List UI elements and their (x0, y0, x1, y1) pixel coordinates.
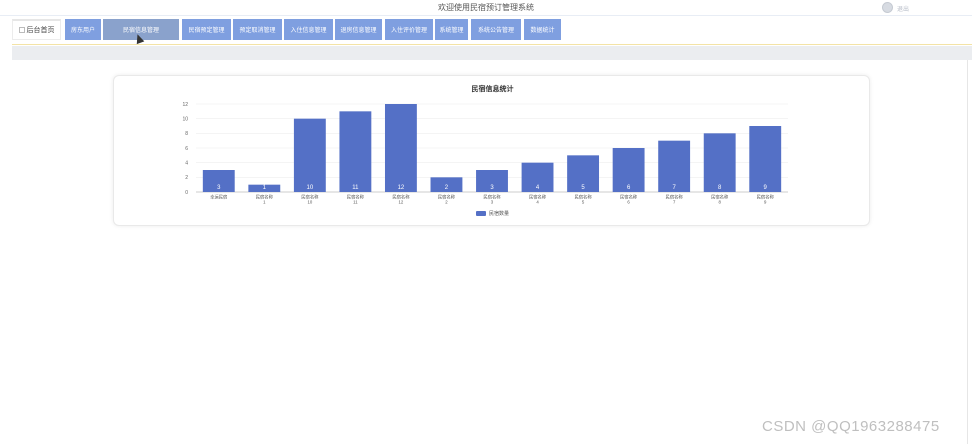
nav-home-tab[interactable]: 后台首页 (12, 19, 61, 40)
scrollbar[interactable] (967, 60, 968, 444)
nav-item-checkout[interactable]: 退房信息管理 (335, 19, 382, 40)
avatar[interactable] (882, 2, 893, 13)
chart-legend[interactable]: 民宿数量 (476, 210, 509, 217)
system-title: 欢迎使用民宿预订管理系统 (438, 3, 534, 12)
legend-label: 民宿数量 (489, 211, 510, 217)
nav-item-checkin[interactable]: 入住信息管理 (284, 19, 333, 40)
nav-item-announcement[interactable]: 系统公告管理 (471, 19, 521, 40)
chart-title: 民宿信息统计 (471, 86, 514, 93)
nav-item-review[interactable]: 入住评价管理 (385, 19, 433, 40)
nav-bar: 后台首页 房东用户 民宿信息管理 民宿预定管理 预定取消管理 入住信息管理 退房… (12, 16, 972, 45)
nav-item-booking[interactable]: 民宿预定管理 (182, 19, 231, 40)
watermark: CSDN @QQ1963288475 (762, 418, 940, 435)
chart-card: 民宿信息统计 (113, 75, 870, 226)
nav-item-landlord-users[interactable]: 房东用户 (65, 19, 101, 40)
nav-home-label: 后台首页 (26, 27, 55, 34)
nav-item-system[interactable]: 系统管理 (435, 19, 468, 40)
legend-swatch (476, 211, 486, 216)
content-header-strip (12, 46, 972, 60)
top-header: 欢迎使用民宿预订管理系统 退出 (0, 0, 972, 16)
home-icon (18, 27, 25, 33)
nav-item-statistics[interactable]: 数据统计 (524, 19, 561, 40)
logout-link[interactable]: 退出 (897, 4, 909, 13)
nav-item-cancel[interactable]: 预定取消管理 (233, 19, 282, 40)
app-root: 欢迎使用民宿预订管理系统 退出 后台首页 房东用户 民宿信息管理 民宿预定管理 … (0, 0, 972, 444)
